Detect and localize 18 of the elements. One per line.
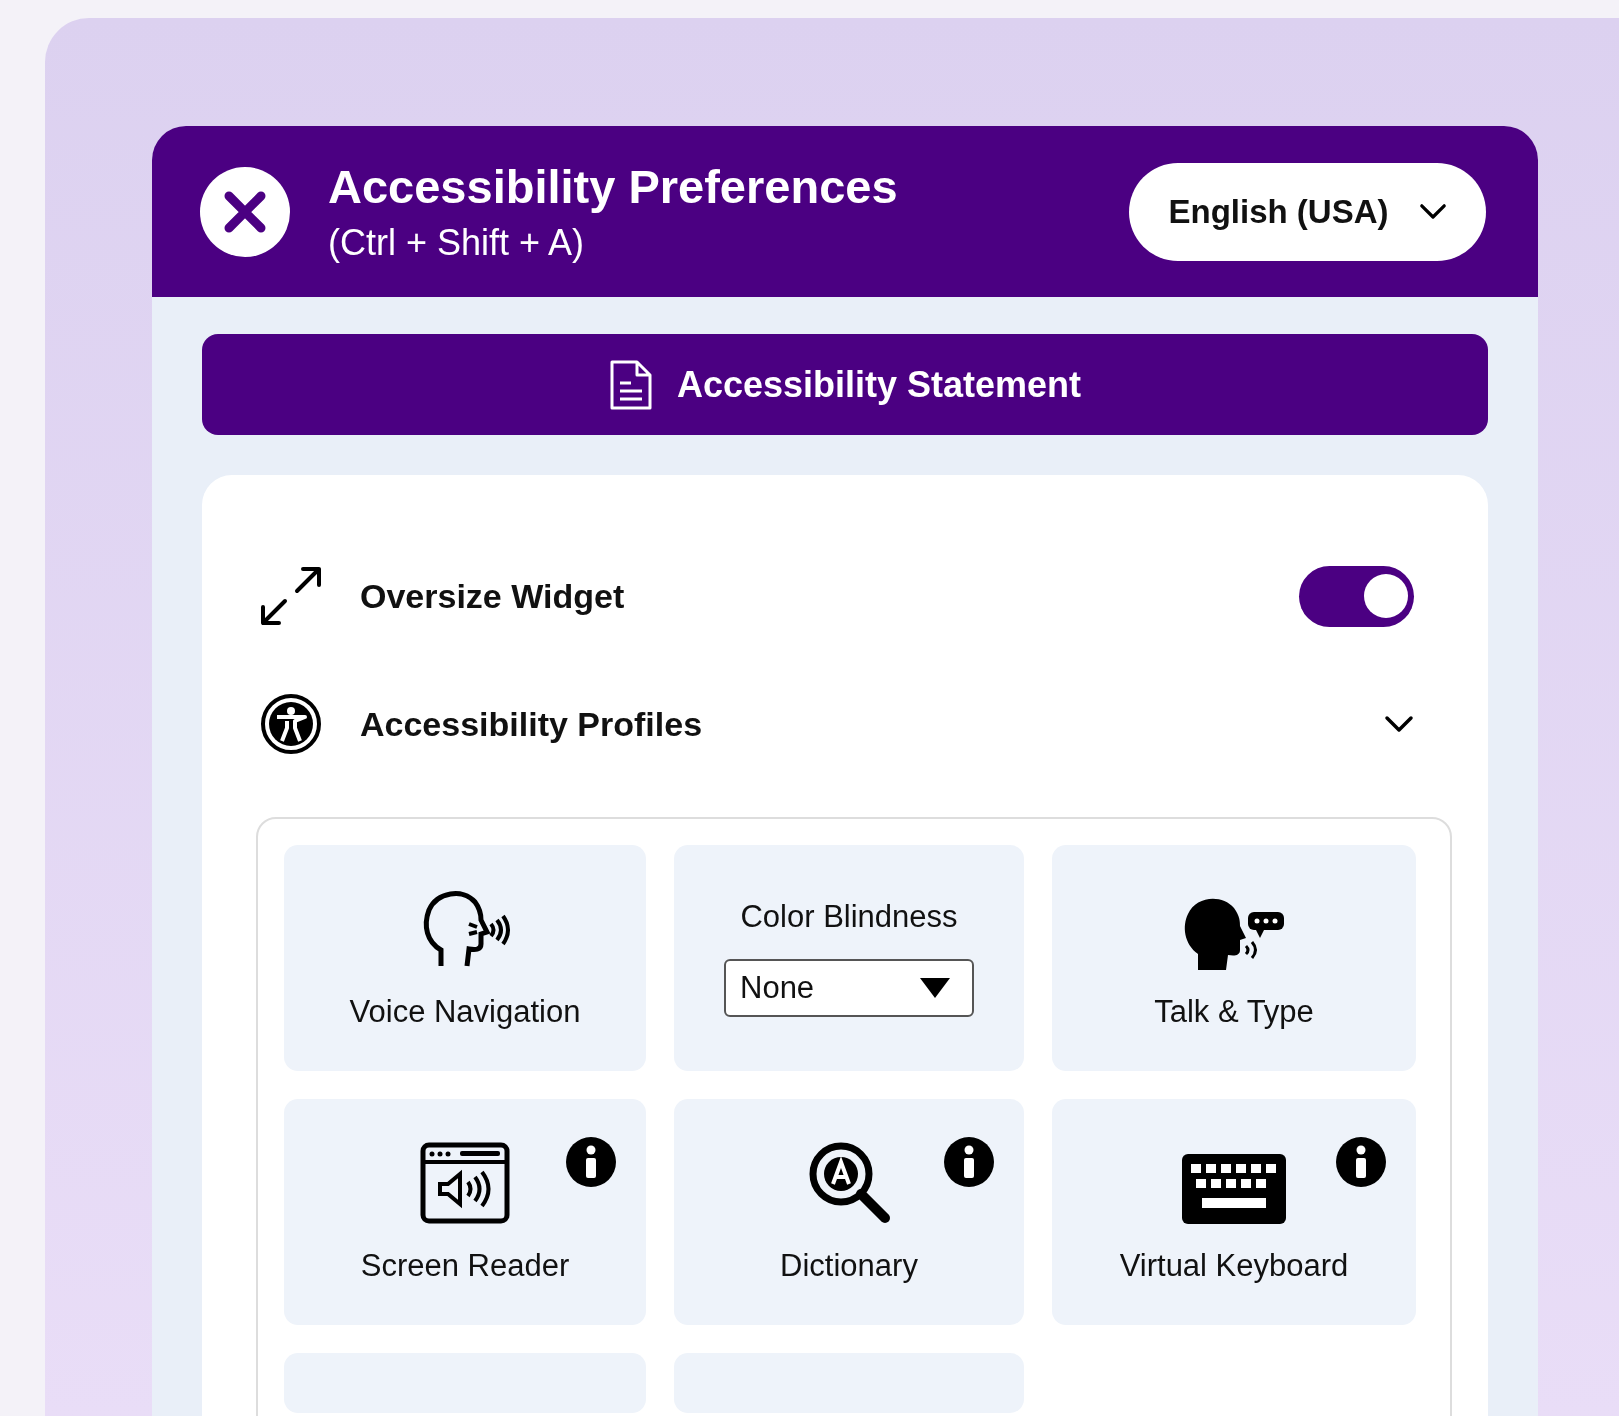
feature-tile[interactable]: Talk & Type [1052,845,1416,1071]
shortcut-hint: (Ctrl + Shift + A) [328,222,586,264]
setting-label: Oversize Widget [360,576,626,616]
feature-tile[interactable]: Virtual Keyboard [1052,1099,1416,1325]
tile-label: Color Blindness [740,899,958,935]
language-select[interactable]: English (USA) [1129,162,1486,261]
tile-label: Dictionary [780,1248,918,1284]
color-blindness-select[interactable]: None [724,959,974,1017]
tile-label: Voice Navigation [349,994,581,1030]
feature-tile[interactable]: Dictionary [674,1099,1024,1325]
setting-label: Accessibility Profiles [360,704,704,744]
tile-label: Screen Reader [360,1248,570,1284]
panel-title: Accessibility Preferences [328,159,899,214]
tile-label: Talk & Type [1154,994,1314,1030]
feature-tile[interactable]: Screen Reader [284,1099,646,1325]
tile-label: Virtual Keyboard [1119,1248,1349,1284]
feature-tile[interactable]: Voice Navigation [284,845,646,1071]
statement-button[interactable]: Accessibility Statement [202,334,1488,435]
